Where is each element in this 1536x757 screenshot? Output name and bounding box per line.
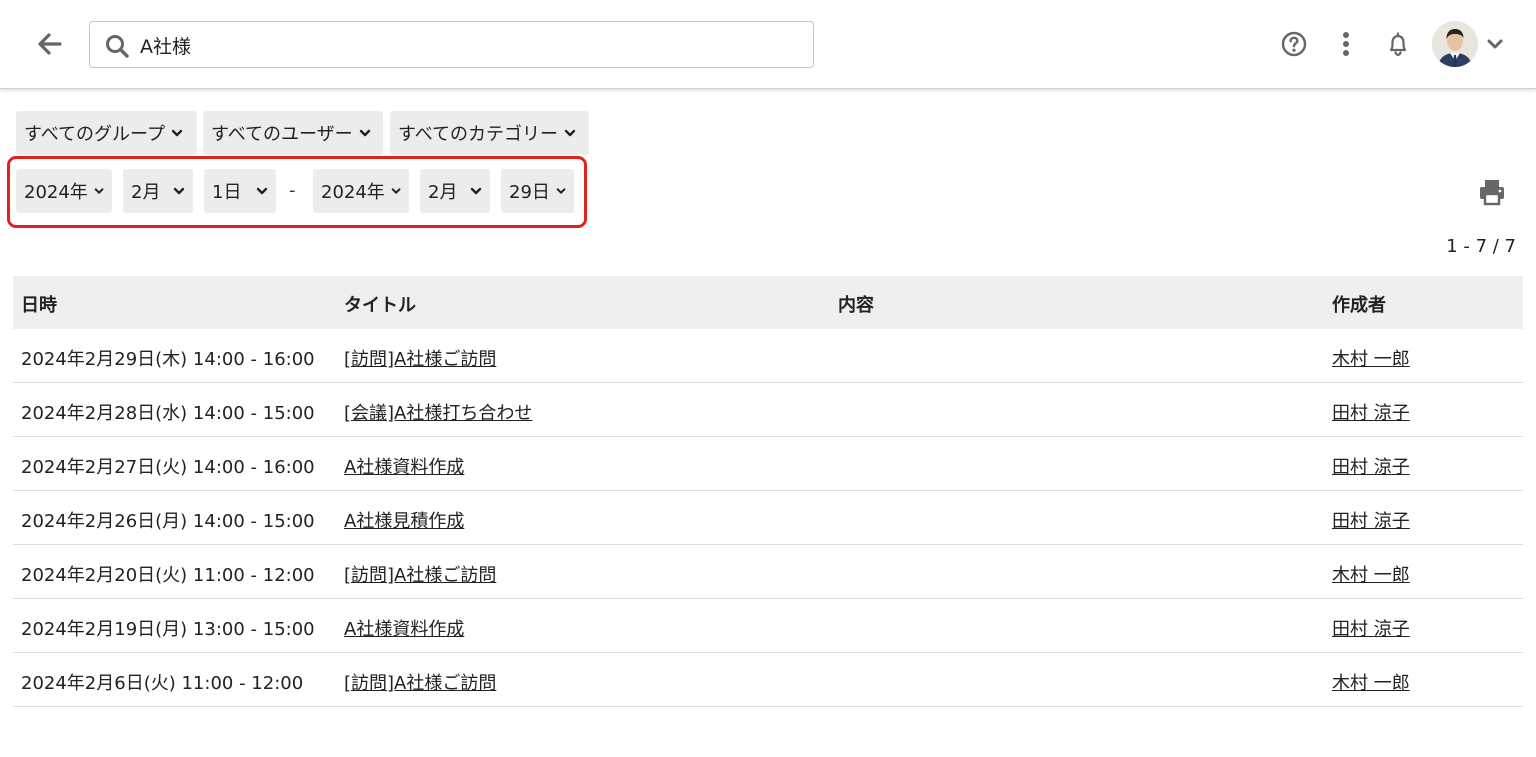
table-header: 日時 タイトル 内容 作成者 <box>13 276 1523 329</box>
to-year-select[interactable]: 2024年 <box>313 169 409 213</box>
column-header-author: 作成者 <box>1332 295 1386 316</box>
chevron-down-icon <box>94 188 104 194</box>
row-title-link[interactable]: A社様資料作成 <box>344 615 464 641</box>
column-header-datetime: 日時 <box>21 295 57 316</box>
from-year-label: 2024年 <box>24 182 88 203</box>
to-day-label: 29日 <box>509 182 550 203</box>
table-row: 2024年2月28日(水) 14:00 - 15:00 [会議]A社様打ち合わせ… <box>13 383 1523 437</box>
group-select-label: すべてのグループ <box>24 124 165 145</box>
table-row: 2024年2月26日(月) 14:00 - 15:00 A社様見積作成 田村 涼… <box>13 491 1523 545</box>
from-year-select[interactable]: 2024年 <box>16 169 112 213</box>
chevron-down-icon <box>173 187 185 195</box>
row-datetime: 2024年2月6日(火) 11:00 - 12:00 <box>21 673 304 694</box>
row-author-link[interactable]: 田村 涼子 <box>1332 399 1410 425</box>
chevron-down-icon[interactable] <box>1483 32 1507 56</box>
bell-icon[interactable] <box>1382 28 1414 60</box>
chevron-down-icon <box>556 188 566 194</box>
table-row: 2024年2月29日(木) 14:00 - 16:00 [訪問]A社様ご訪問 木… <box>13 329 1523 383</box>
user-select[interactable]: すべてのユーザー <box>203 111 383 155</box>
help-circle-icon[interactable] <box>1278 28 1310 60</box>
row-author-link[interactable]: 木村 一郎 <box>1332 561 1410 587</box>
row-datetime: 2024年2月28日(水) 14:00 - 15:00 <box>21 403 315 424</box>
search-box[interactable] <box>89 21 814 68</box>
row-title-link[interactable]: [訪問]A社様ご訪問 <box>344 345 496 371</box>
column-header-content: 内容 <box>838 295 874 316</box>
row-datetime: 2024年2月29日(木) 14:00 - 16:00 <box>21 349 315 370</box>
row-title-link[interactable]: [訪問]A社様ご訪問 <box>344 561 496 587</box>
category-select-label: すべてのカテゴリー <box>398 124 559 145</box>
row-title-link[interactable]: A社様資料作成 <box>344 453 464 479</box>
row-datetime: 2024年2月20日(火) 11:00 - 12:00 <box>21 565 315 586</box>
from-month-label: 2月 <box>131 182 161 203</box>
row-author-link[interactable]: 木村 一郎 <box>1332 345 1410 371</box>
back-button[interactable] <box>30 26 70 62</box>
chevron-down-icon <box>564 129 576 137</box>
from-month-select[interactable]: 2月 <box>123 169 193 213</box>
user-avatar-icon <box>1432 21 1478 67</box>
from-day-select[interactable]: 1日 <box>204 169 276 213</box>
row-datetime: 2024年2月19日(月) 13:00 - 15:00 <box>21 619 315 640</box>
result-count: 1 - 7 / 7 <box>1446 236 1516 257</box>
row-datetime: 2024年2月27日(火) 14:00 - 16:00 <box>21 457 315 478</box>
row-datetime: 2024年2月26日(月) 14:00 - 15:00 <box>21 511 315 532</box>
to-year-label: 2024年 <box>321 182 385 203</box>
table-row: 2024年2月20日(火) 11:00 - 12:00 [訪問]A社様ご訪問 木… <box>13 545 1523 599</box>
printer-icon[interactable] <box>1476 176 1508 208</box>
row-author-link[interactable]: 田村 涼子 <box>1332 453 1410 479</box>
row-author-link[interactable]: 田村 涼子 <box>1332 615 1410 641</box>
table-row: 2024年2月6日(火) 11:00 - 12:00 [訪問]A社様ご訪問 木村… <box>13 653 1523 707</box>
to-day-select[interactable]: 29日 <box>501 169 574 213</box>
arrow-left-icon <box>38 33 62 55</box>
row-author-link[interactable]: 木村 一郎 <box>1332 669 1410 695</box>
table-row: 2024年2月27日(火) 14:00 - 16:00 A社様資料作成 田村 涼… <box>13 437 1523 491</box>
row-title-link[interactable]: [会議]A社様打ち合わせ <box>344 399 532 425</box>
to-month-label: 2月 <box>428 182 458 203</box>
chevron-down-icon <box>391 188 401 194</box>
search-icon <box>106 35 129 58</box>
chevron-down-icon <box>359 129 370 137</box>
avatar[interactable] <box>1432 21 1478 67</box>
category-select[interactable]: すべてのカテゴリー <box>390 111 589 155</box>
chevron-down-icon <box>171 129 183 137</box>
group-select[interactable]: すべてのグループ <box>16 111 197 155</box>
column-header-title: タイトル <box>344 295 416 316</box>
date-range-separator: - <box>289 180 296 201</box>
row-title-link[interactable]: [訪問]A社様ご訪問 <box>344 669 496 695</box>
table-row: 2024年2月19日(月) 13:00 - 15:00 A社様資料作成 田村 涼… <box>13 599 1523 653</box>
row-title-link[interactable]: A社様見積作成 <box>344 507 464 533</box>
more-vertical-icon[interactable] <box>1330 28 1362 60</box>
search-input[interactable] <box>140 28 800 62</box>
results-table: 日時 タイトル 内容 作成者 2024年2月29日(木) 14:00 - 16:… <box>13 276 1523 707</box>
chevron-down-icon <box>256 187 268 195</box>
top-header <box>0 0 1536 89</box>
to-month-select[interactable]: 2月 <box>420 169 490 213</box>
row-author-link[interactable]: 田村 涼子 <box>1332 507 1410 533</box>
from-day-label: 1日 <box>212 182 242 203</box>
chevron-down-icon <box>470 187 482 195</box>
user-select-label: すべてのユーザー <box>211 124 353 145</box>
